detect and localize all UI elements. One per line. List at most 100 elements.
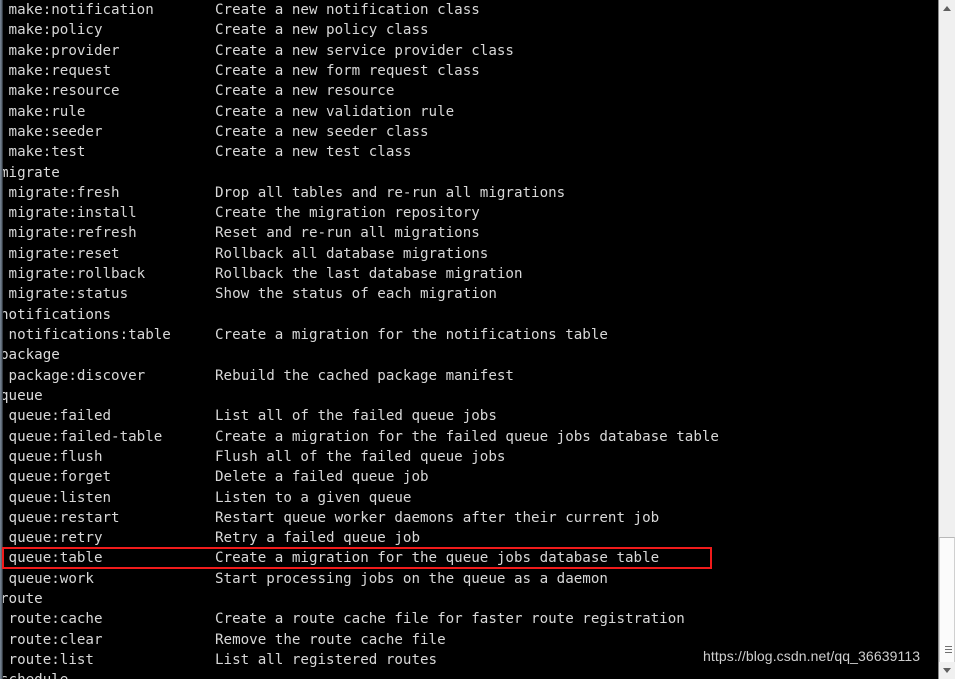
command-row: make:provider Create a new service provid… (0, 41, 938, 61)
vertical-scrollbar[interactable] (938, 0, 955, 679)
command-name: make:rule (0, 103, 86, 120)
scrollbar-track[interactable] (939, 17, 955, 679)
command-description: Create a migration for the queue jobs da… (215, 550, 660, 567)
command-group-row: notifications (0, 305, 938, 325)
command-description: Rebuild the cached package manifest (215, 367, 514, 384)
command-name: migrate:status (0, 286, 129, 303)
command-row: notifications:table Create a migration fo… (0, 325, 938, 345)
command-description: Create a migration for the notifications… (215, 327, 608, 343)
command-description: Create a migration for the failed queue … (215, 428, 719, 445)
command-row: queue:listen Listen to a given queue (0, 488, 938, 508)
command-name: package (0, 347, 60, 364)
command-group-row: schedule (0, 670, 938, 679)
command-row: migrate:rollback Rollback the last databa… (0, 264, 938, 284)
command-row: queue:flush Flush all of the failed queue… (0, 447, 938, 467)
command-name: queue:restart (0, 509, 120, 526)
command-name: queue:work (0, 570, 94, 587)
command-name: schedule (0, 670, 215, 679)
command-name: make:policy (0, 22, 103, 39)
command-name: package:discover (0, 367, 146, 384)
command-name: queue:table (0, 550, 103, 567)
command-name: make:notification (0, 2, 154, 18)
command-description: Create a new seeder class (215, 123, 429, 140)
command-name: queue:retry (0, 530, 103, 547)
command-description: Rollback all database migrations (215, 245, 489, 262)
command-description: Remove the route cache file (215, 631, 446, 648)
command-row: route:cache Create a route cache file for… (0, 609, 938, 629)
command-name: make:test (0, 144, 86, 161)
command-description: Reset and re-run all migrations (215, 225, 480, 242)
command-name: route (0, 591, 43, 608)
command-row: make:test Create a new test class (0, 142, 938, 162)
command-row: queue:table Create a migration for the qu… (0, 548, 938, 568)
command-row: make:request Create a new form request cl… (0, 61, 938, 81)
command-description: Flush all of the failed queue jobs (215, 448, 506, 465)
command-row: migrate:status Show the status of each mi… (0, 284, 938, 304)
command-description: Create a route cache file for faster rou… (215, 611, 685, 628)
command-row: route:clear Remove the route cache file (0, 630, 938, 650)
command-description: Create a new test class (215, 144, 412, 161)
command-row: queue:failed-table Create a migration for… (0, 427, 938, 447)
scrollbar-down-button[interactable] (939, 662, 955, 679)
command-row: migrate:install Create the migration repo… (0, 203, 938, 223)
command-name: route:cache (0, 611, 103, 628)
command-row: make:policy Create a new policy class (0, 20, 938, 40)
command-row: make:seeder Create a new seeder class (0, 122, 938, 142)
command-group-row: route (0, 589, 938, 609)
chevron-up-icon (943, 6, 951, 11)
command-name: migrate:rollback (0, 266, 146, 283)
command-row: queue:retry Retry a failed queue job (0, 528, 938, 548)
command-description: Delete a failed queue job (215, 469, 429, 486)
scrollbar-thumb[interactable] (939, 537, 955, 679)
grip-lines-icon (945, 646, 952, 653)
scrollbar-up-button[interactable] (939, 0, 955, 17)
command-description: Drop all tables and re-run all migration… (215, 184, 566, 201)
command-name: migrate:fresh (0, 184, 120, 201)
command-description: Listen to a given queue (215, 489, 412, 506)
command-name: route:clear (0, 631, 103, 648)
command-description: Create a new resource (215, 83, 395, 100)
command-name: queue:failed-table (0, 428, 163, 445)
command-name: migrate (0, 164, 60, 181)
command-description: List all registered routes (215, 652, 438, 668)
command-name: make:resource (0, 83, 120, 100)
command-group-row: migrate (0, 163, 938, 183)
command-name: queue:forget (0, 469, 112, 486)
command-row: migrate:refresh Reset and re-run all migr… (0, 223, 938, 243)
command-group-row: package (0, 345, 938, 365)
command-name: make:seeder (0, 123, 103, 140)
command-description: Create a new service provider class (215, 42, 514, 59)
command-row: migrate:reset Rollback all database migra… (0, 244, 938, 264)
terminal-window: make:notification Create a new notificati… (0, 0, 955, 679)
command-group-row: queue (0, 386, 938, 406)
command-name: make:request (0, 62, 112, 79)
command-row: queue:forget Delete a failed queue job (0, 467, 938, 487)
command-row: migrate:fresh Drop all tables and re-run … (0, 183, 938, 203)
command-description: Rollback the last database migration (215, 266, 523, 283)
command-row: queue:work Start processing jobs on the q… (0, 569, 938, 589)
command-description: Create a new form request class (215, 62, 480, 79)
command-name: migrate:refresh (0, 225, 137, 242)
command-name: notifications (0, 306, 112, 323)
terminal-output[interactable]: make:notification Create a new notificati… (0, 0, 938, 679)
command-description: Create a new notification class (215, 2, 480, 18)
window-left-edge (0, 0, 3, 679)
command-row: queue:restart Restart queue worker daemon… (0, 508, 938, 528)
command-name: make:provider (0, 42, 120, 59)
command-description: Create a new validation rule (215, 103, 455, 120)
watermark-url: https://blog.csdn.net/qq_36639113 (703, 648, 921, 664)
command-description: Start processing jobs on the queue as a … (215, 570, 608, 587)
command-description: Create the migration repository (215, 205, 480, 222)
command-name: notifications:table (0, 327, 171, 343)
command-row: make:notification Create a new notificati… (0, 0, 938, 20)
command-row: make:resource Create a new resource (0, 81, 938, 101)
command-description: Show the status of each migration (215, 286, 497, 303)
command-row: package:discover Rebuild the cached packa… (0, 366, 938, 386)
command-name: route:list (0, 652, 94, 668)
command-description: List all of the failed queue jobs (215, 408, 497, 425)
command-row: queue:failed List all of the failed queue… (0, 406, 938, 426)
command-name: queue:listen (0, 489, 112, 506)
chevron-down-icon (943, 668, 951, 673)
command-row: make:rule Create a new validation rule (0, 102, 938, 122)
command-description: Retry a failed queue job (215, 530, 420, 547)
